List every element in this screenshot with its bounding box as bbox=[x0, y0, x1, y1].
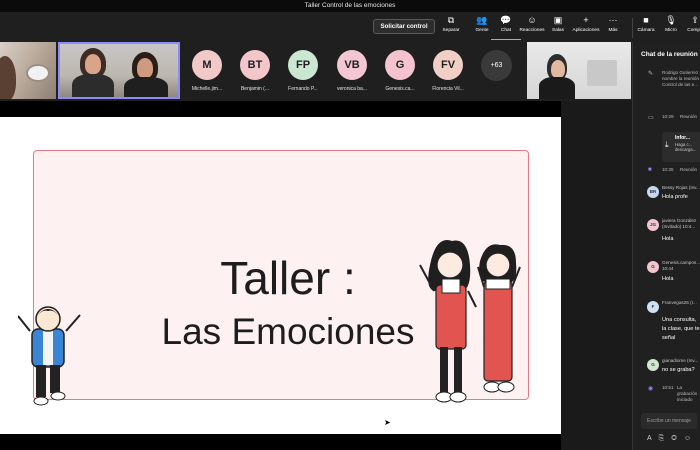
message-text: Hola bbox=[662, 236, 674, 242]
rooms-button[interactable]: ▣ Salas bbox=[543, 14, 573, 40]
avatar: JG bbox=[647, 219, 659, 231]
more-label: Más bbox=[608, 28, 618, 33]
chat-title: Chat de la reunión bbox=[641, 51, 698, 58]
message-meta: gianadiome (Inv... bbox=[662, 358, 699, 363]
file-attachment[interactable]: ⤓ Infor... Haga c... descarga... bbox=[662, 132, 700, 162]
avatar: G bbox=[647, 261, 659, 273]
more-icon: ··· bbox=[608, 15, 618, 25]
active-speaker-video[interactable] bbox=[58, 42, 180, 99]
participant-tile[interactable]: BT Benjamin (... bbox=[230, 44, 280, 99]
message-text: Hola profe bbox=[662, 194, 688, 200]
participant-name: Michelle.jim... bbox=[191, 86, 223, 92]
avatar: FV bbox=[433, 50, 463, 80]
avatar: G bbox=[385, 50, 415, 80]
participant-name: Benjamin (... bbox=[240, 86, 270, 92]
participant-name: Genesis.ca... bbox=[385, 86, 415, 92]
participants-strip: M Michelle.jim... BT Benjamin (... FP Fe… bbox=[0, 42, 632, 101]
pop-out-icon: ⧉ bbox=[447, 15, 455, 25]
meeting-toolbar: Solicitar control ⧉ Separar 👥 Gente 💬 Ch… bbox=[0, 12, 700, 42]
shared-slide: Taller : Las Emociones bbox=[0, 117, 561, 434]
system-message: ■ 10:35 Reunión bbox=[633, 167, 700, 177]
self-video[interactable] bbox=[527, 42, 631, 99]
participant-name: Fernando P... bbox=[288, 86, 318, 92]
download-icon: ⤓ bbox=[665, 140, 669, 149]
timestamp: 10:51 bbox=[662, 385, 674, 390]
message-text: Hola bbox=[662, 276, 674, 282]
chat-message: BR Bessy Rojas (Inv... Hola profe bbox=[633, 185, 700, 207]
message-meta: Bessy Rojas (Inv... bbox=[662, 185, 700, 190]
pop-out-button[interactable]: ⧉ Separar bbox=[436, 14, 466, 40]
girls-illustration bbox=[419, 240, 521, 403]
pencil-icon: ✎ bbox=[648, 71, 654, 77]
avatar: BR bbox=[647, 186, 659, 198]
recording-icon: ◉ bbox=[648, 386, 654, 392]
chat-panel: Chat de la reunión ✎ Rodrigo Gutierrez n… bbox=[632, 42, 700, 450]
message-text: Una consulta, la clase, que te señal bbox=[662, 317, 700, 341]
rename-notice: Rodrigo Gutierrez nombre la reunión Cont… bbox=[662, 70, 700, 87]
format-icon[interactable]: A bbox=[647, 435, 659, 442]
participant-name: veronica ba... bbox=[336, 86, 368, 92]
recording-notice: La grabación iniciado bbox=[677, 385, 698, 402]
mouse-cursor-icon: ➤ bbox=[384, 418, 391, 427]
chat-message: G gianadiome (Inv... no se graba? bbox=[633, 358, 700, 380]
share-icon: ⇪ bbox=[691, 15, 699, 25]
participant-tile[interactable]: G Genesis.ca... bbox=[375, 44, 425, 99]
avatar: M bbox=[192, 50, 222, 80]
system-message: ▭ 10:29 Reunión bbox=[633, 114, 700, 124]
teams-meeting-window: Taller Control de las emociones Solicita… bbox=[0, 0, 700, 450]
participant-tile[interactable]: VB veronica ba... bbox=[327, 44, 377, 99]
file-title: Infor... bbox=[675, 135, 690, 141]
rooms-icon: ▣ bbox=[553, 15, 563, 25]
boy-illustration bbox=[18, 306, 81, 406]
participant-video[interactable] bbox=[0, 42, 56, 99]
message-meta: javiera González (Invitado) 10:4... bbox=[662, 218, 697, 229]
avatar: FP bbox=[288, 50, 318, 80]
pop-out-label: Separar bbox=[442, 28, 460, 33]
apps-icon: + bbox=[583, 15, 589, 25]
chat-message: F Franvegas25 (I... Una consulta, la cla… bbox=[633, 300, 700, 348]
slide-frame: Taller : Las Emociones bbox=[18, 150, 529, 406]
loop-icon[interactable]: ◎ bbox=[671, 435, 684, 442]
more-button[interactable]: ··· Más bbox=[598, 14, 628, 40]
video-camera-icon: ■ bbox=[648, 167, 652, 173]
rooms-label: Salas bbox=[552, 28, 564, 33]
timestamp: 10:35 bbox=[662, 167, 674, 172]
apps-button[interactable]: + Aplicaciones bbox=[571, 14, 601, 40]
avatar: BT bbox=[240, 50, 270, 80]
attach-icon[interactable]: ⎘ bbox=[659, 435, 672, 442]
message-text: no se graba? bbox=[662, 367, 695, 373]
participant-tile[interactable]: M Michelle.jim... bbox=[182, 44, 232, 99]
video-icon: ▭ bbox=[648, 115, 654, 121]
message-meta: Genesis.campos... 10:44 bbox=[662, 260, 700, 271]
chat-compose-input[interactable]: Escribe un mensaje bbox=[641, 413, 697, 429]
participant-tile[interactable]: FV Florencia Vil... bbox=[423, 44, 473, 99]
compose-toolbar: A⎘◎☺ bbox=[647, 435, 698, 443]
meeting-label: Reunión bbox=[680, 114, 698, 119]
more-participants-button[interactable]: +63 bbox=[481, 50, 512, 81]
emoji-icon[interactable]: ☺ bbox=[684, 435, 698, 442]
file-description: Haga c... descarga... bbox=[675, 142, 697, 152]
share-label: Compa bbox=[687, 28, 700, 33]
stage-letterbox-top bbox=[0, 101, 561, 117]
meeting-label: Reunión bbox=[680, 167, 698, 172]
timestamp: 10:29 bbox=[662, 114, 674, 119]
participant-tile[interactable]: FP Fernando P... bbox=[278, 44, 328, 99]
chat-message: JG javiera González (Invitado) 10:4... H… bbox=[633, 217, 700, 247]
share-button[interactable]: ⇪ Compa bbox=[680, 14, 700, 40]
request-control-button[interactable]: Solicitar control bbox=[373, 19, 435, 34]
message-meta: Franvegas25 (I... bbox=[662, 300, 697, 305]
system-message: ◉ 10:51 La grabación iniciado bbox=[633, 385, 700, 402]
avatar: G bbox=[647, 359, 659, 371]
system-message: ✎ Rodrigo Gutierrez nombre la reunión Co… bbox=[633, 70, 700, 96]
window-title: Taller Control de las emociones bbox=[0, 0, 700, 12]
participant-name: Florencia Vil... bbox=[432, 86, 464, 92]
avatar: F bbox=[647, 301, 659, 313]
chat-message: G Genesis.campos... 10:44 Hola bbox=[633, 259, 700, 289]
apps-label: Aplicaciones bbox=[572, 28, 600, 33]
avatar: VB bbox=[337, 50, 367, 80]
stage-letterbox-bottom bbox=[0, 434, 561, 450]
